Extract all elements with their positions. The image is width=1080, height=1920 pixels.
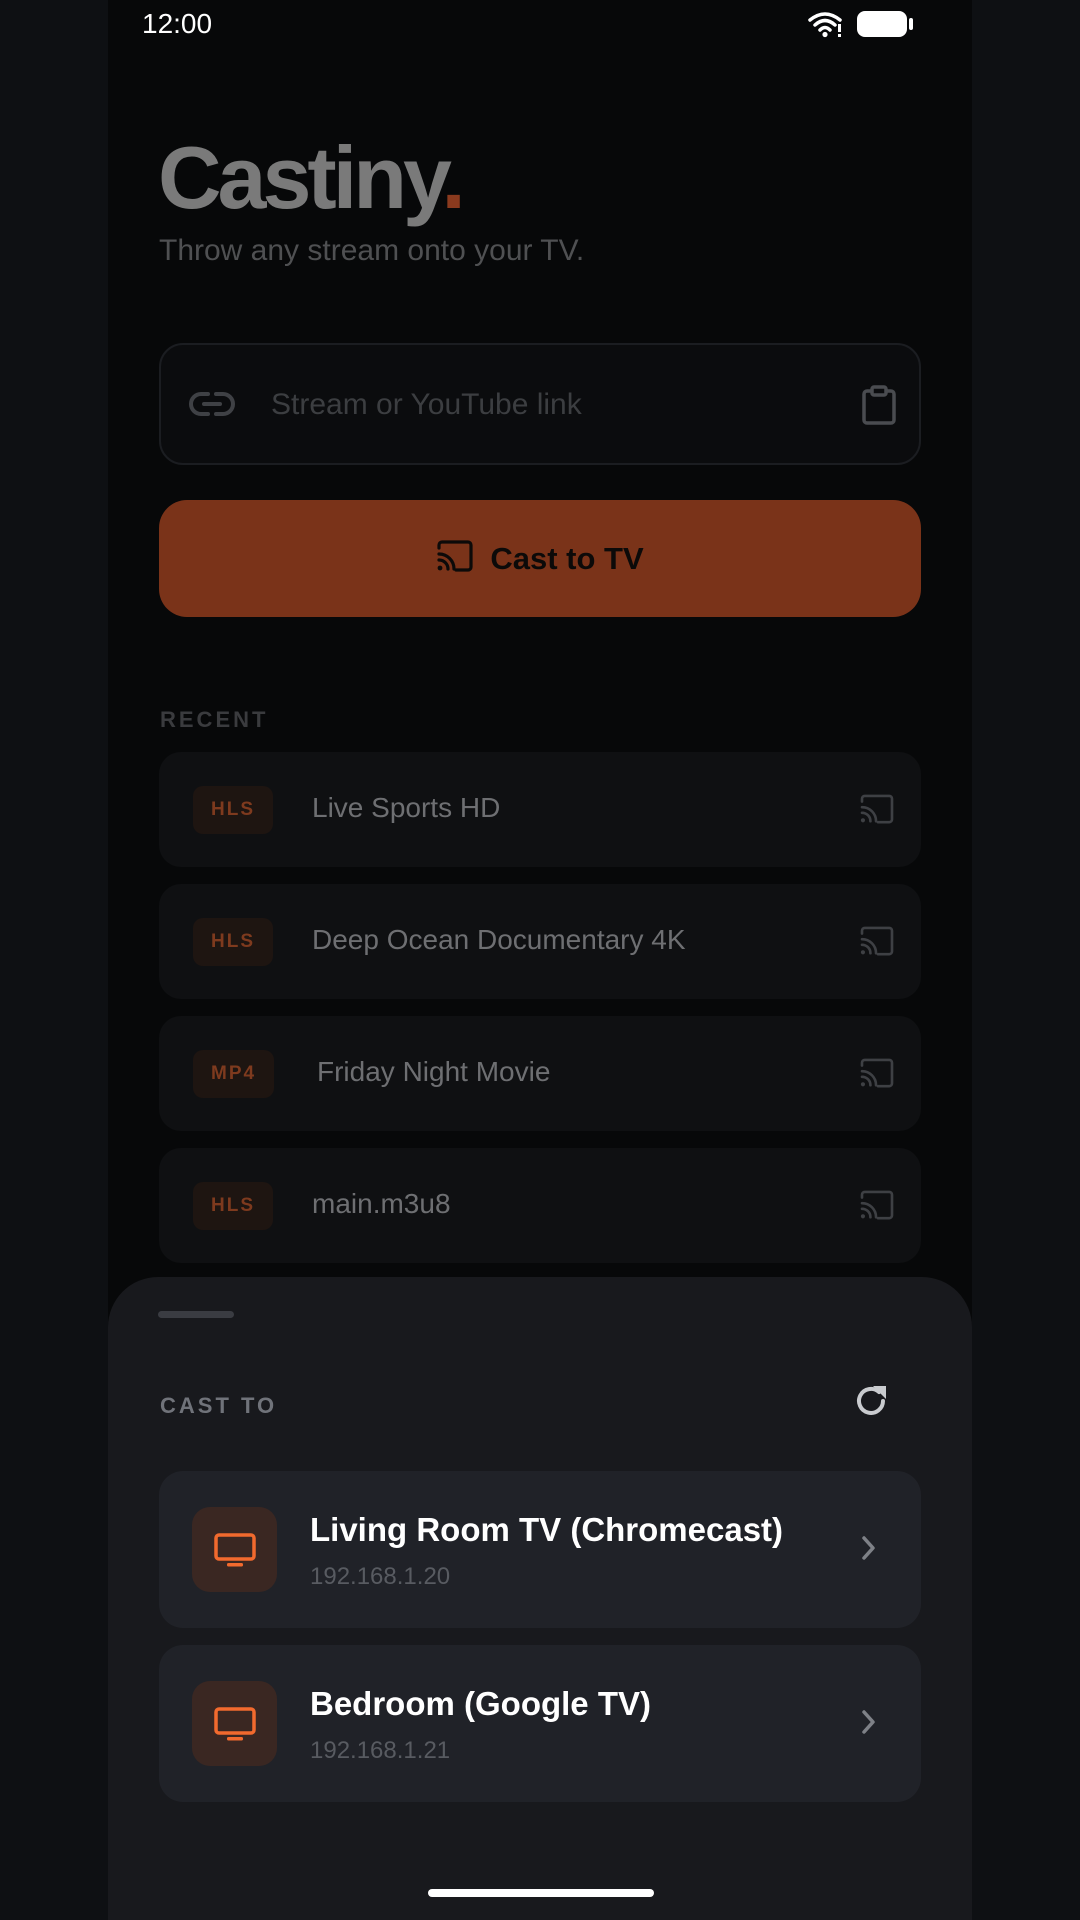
chevron-right-icon [859,1705,879,1744]
format-badge: HLS [193,786,273,834]
device-name: Bedroom (Google TV) [310,1685,651,1722]
tv-icon [192,1681,277,1766]
tv-icon [192,1507,277,1592]
stream-url-input[interactable] [269,375,829,435]
wifi-icon [808,10,842,43]
stream-url-field[interactable] [159,343,921,465]
app-tagline: Throw any stream onto your TV. [159,234,585,267]
format-badge: HLS [193,918,273,966]
cast-icon[interactable] [859,794,895,829]
status-bar: 12:00 [108,0,972,50]
recent-item[interactable]: HLS Deep Ocean Documentary 4K [159,884,921,999]
app-name: Castiny [158,128,445,227]
cast-button-label: Cast to TV [490,540,644,576]
cast-icon[interactable] [859,1058,895,1093]
phone-screen: 12:00 Castiny. Throw any stream onto you… [108,0,972,1920]
cast-icon[interactable] [859,1190,895,1225]
device-name: Living Room TV (Chromecast) [310,1511,784,1548]
app-logo-dot: . [441,128,466,227]
recent-section-label: RECENT [160,707,269,732]
app-logo: Castiny. [158,128,466,228]
cast-to-bottom-sheet: CAST TO Living Room TV (Chromecast) 192.… [108,1277,972,1920]
cast-icon [436,540,474,577]
battery-icon [856,10,914,43]
device-item-living-room[interactable]: Living Room TV (Chromecast) 192.168.1.20 [159,1471,921,1628]
sheet-drag-handle[interactable] [158,1311,234,1318]
recent-item[interactable]: HLS Live Sports HD [159,752,921,867]
cast-icon[interactable] [859,926,895,961]
device-ip: 192.168.1.20 [310,1563,451,1590]
chevron-right-icon [859,1531,879,1570]
paste-clipboard-icon[interactable] [861,385,897,430]
format-badge: HLS [193,1182,273,1230]
recent-item-title: Deep Ocean Documentary 4K [312,924,686,955]
recent-item-title: Live Sports HD [312,792,501,823]
refresh-icon[interactable] [852,1382,890,1425]
recent-item-title: main.m3u8 [312,1188,451,1219]
cast-to-section-label: CAST TO [160,1393,278,1418]
device-item-bedroom[interactable]: Bedroom (Google TV) 192.168.1.21 [159,1645,921,1802]
recent-item-title: Friday Night Movie [317,1056,551,1087]
cast-to-tv-button[interactable]: Cast to TV [159,500,921,617]
device-ip: 192.168.1.21 [310,1737,451,1764]
link-icon [189,389,235,424]
recent-item[interactable]: HLS main.m3u8 [159,1148,921,1263]
recent-item[interactable]: MP4 Friday Night Movie [159,1016,921,1131]
format-badge: MP4 [193,1050,275,1098]
home-indicator[interactable] [428,1889,654,1897]
status-time: 12:00 [142,8,213,39]
